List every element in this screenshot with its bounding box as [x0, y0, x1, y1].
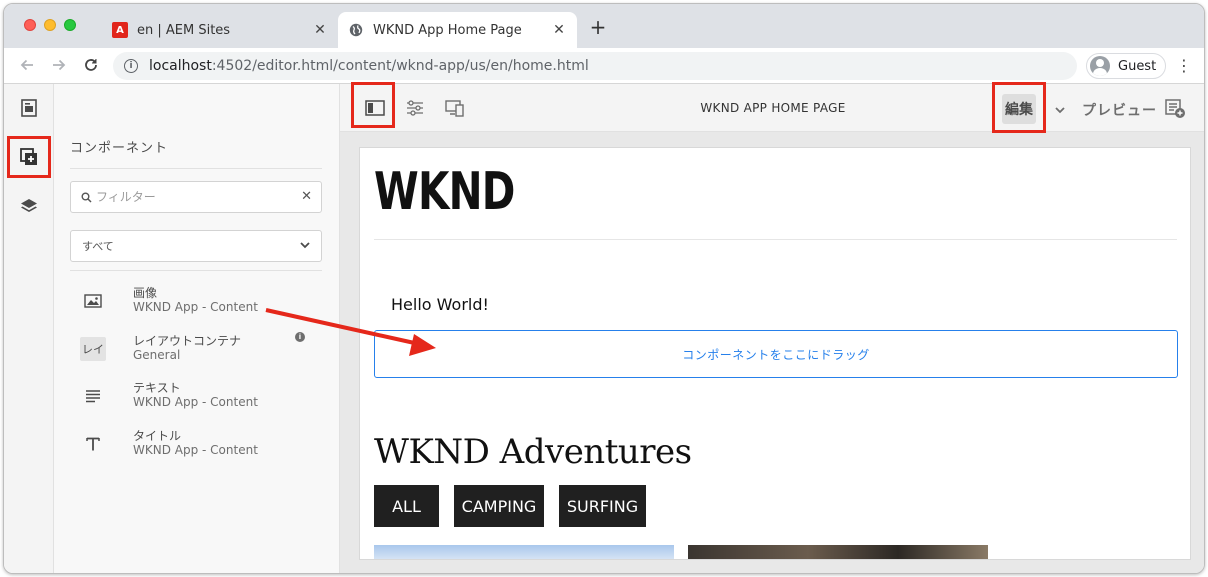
- clear-icon[interactable]: ✕: [301, 189, 312, 204]
- highlight-box: [351, 82, 395, 128]
- chevron-down-icon: [299, 239, 311, 254]
- editor-toolbar: WKND APP HOME PAGE 編集 プレビュー: [340, 84, 1204, 132]
- chevron-down-icon[interactable]: [1054, 101, 1066, 120]
- avatar-icon: [1090, 56, 1110, 76]
- profile-button[interactable]: Guest: [1086, 53, 1166, 79]
- minimize-window-button[interactable]: [44, 19, 56, 31]
- adventures-title[interactable]: WKND Adventures: [374, 432, 692, 472]
- preview-button[interactable]: プレビュー: [1082, 100, 1157, 120]
- url-host: localhost: [149, 58, 212, 74]
- layers-icon[interactable]: [12, 189, 46, 223]
- component-group: General: [133, 348, 181, 362]
- title-icon: [80, 431, 106, 457]
- browser-window: A en | AEM Sites ✕ WKND App Home Page ✕ …: [3, 3, 1205, 574]
- search-icon: [81, 192, 92, 203]
- drop-zone[interactable]: コンポーネントをここにドラッグ: [374, 330, 1178, 378]
- wknd-logo[interactable]: WKND: [374, 162, 515, 222]
- image-icon: [80, 288, 106, 314]
- page-canvas: WKND Hello World! コンポーネントをここにドラッグ WKND A…: [359, 147, 1191, 560]
- filter-input[interactable]: [96, 190, 296, 204]
- component-item-title[interactable]: タイトル WKND App - Content: [70, 427, 322, 473]
- divider: [70, 168, 322, 169]
- more-menu-icon[interactable]: ⋮: [1176, 56, 1192, 76]
- forward-icon[interactable]: [48, 54, 70, 76]
- layout-abbr: レイ: [80, 337, 106, 361]
- info-icon[interactable]: i: [124, 59, 138, 73]
- text-icon: [80, 383, 106, 409]
- component-group: WKND App - Content: [133, 300, 258, 314]
- component-name: 画像: [133, 286, 158, 300]
- page-info-icon[interactable]: [12, 91, 46, 125]
- tab-title: en | AEM Sites: [137, 22, 231, 38]
- tab-wknd-home[interactable]: WKND App Home Page ✕: [338, 12, 577, 48]
- address-bar[interactable]: i localhost:4502/editor.html/content/wkn…: [113, 52, 1077, 80]
- divider: [374, 239, 1177, 240]
- component-group: WKND App - Content: [133, 443, 258, 457]
- component-name: レイアウトコンテナ: [133, 334, 242, 348]
- back-icon[interactable]: [16, 54, 38, 76]
- adobe-icon: A: [112, 22, 128, 38]
- globe-icon: [348, 22, 364, 38]
- tab-title: WKND App Home Page: [373, 22, 522, 38]
- filter-field[interactable]: ✕: [70, 181, 322, 213]
- component-name: テキスト: [133, 381, 181, 395]
- info-icon[interactable]: i: [295, 332, 305, 342]
- reload-icon[interactable]: [80, 54, 102, 76]
- maximize-window-button[interactable]: [64, 19, 76, 31]
- tag-surfing-button[interactable]: SURFING: [559, 485, 646, 527]
- new-tab-button[interactable]: +: [588, 17, 608, 38]
- url-path: :4502/editor.html/content/wknd-app/us/en…: [211, 58, 589, 74]
- layout-container-icon: レイ: [80, 336, 106, 362]
- component-group: WKND App - Content: [133, 395, 258, 409]
- close-window-button[interactable]: [24, 19, 36, 31]
- profile-name: Guest: [1118, 58, 1157, 74]
- tag-all-button[interactable]: ALL: [374, 485, 439, 527]
- component-item-layout-container[interactable]: レイ レイアウトコンテナ General i: [70, 332, 322, 378]
- close-icon[interactable]: ✕: [551, 22, 567, 38]
- divider: [70, 270, 322, 271]
- page-title: WKND APP HOME PAGE: [700, 101, 846, 115]
- component-item-text[interactable]: テキスト WKND App - Content: [70, 379, 322, 425]
- adventure-thumbnail[interactable]: [374, 545, 674, 559]
- adventure-thumbnail[interactable]: [688, 545, 988, 559]
- panel-title: コンポーネント: [70, 141, 169, 156]
- component-name: タイトル: [133, 429, 182, 443]
- tag-camping-button[interactable]: CAMPING: [454, 485, 544, 527]
- group-select-value: すべて: [82, 240, 114, 253]
- highlight-box: [7, 136, 51, 178]
- close-icon[interactable]: ✕: [312, 22, 328, 38]
- component-item-image[interactable]: 画像 WKND App - Content: [70, 284, 322, 330]
- hello-text[interactable]: Hello World!: [391, 295, 489, 314]
- page-editor: WKND APP HOME PAGE 編集 プレビュー WKND Hello W…: [340, 84, 1204, 573]
- page-information-icon[interactable]: [1165, 99, 1187, 119]
- tab-aem-sites[interactable]: A en | AEM Sites ✕: [102, 12, 338, 48]
- components-panel: コンポーネント ✕ すべて 画像 WKND App - Content: [54, 84, 340, 573]
- group-select[interactable]: すべて: [70, 230, 322, 262]
- highlight-box: [992, 82, 1046, 133]
- tab-strip: A en | AEM Sites ✕ WKND App Home Page ✕ …: [4, 4, 1204, 48]
- browser-toolbar: i localhost:4502/editor.html/content/wkn…: [4, 48, 1204, 84]
